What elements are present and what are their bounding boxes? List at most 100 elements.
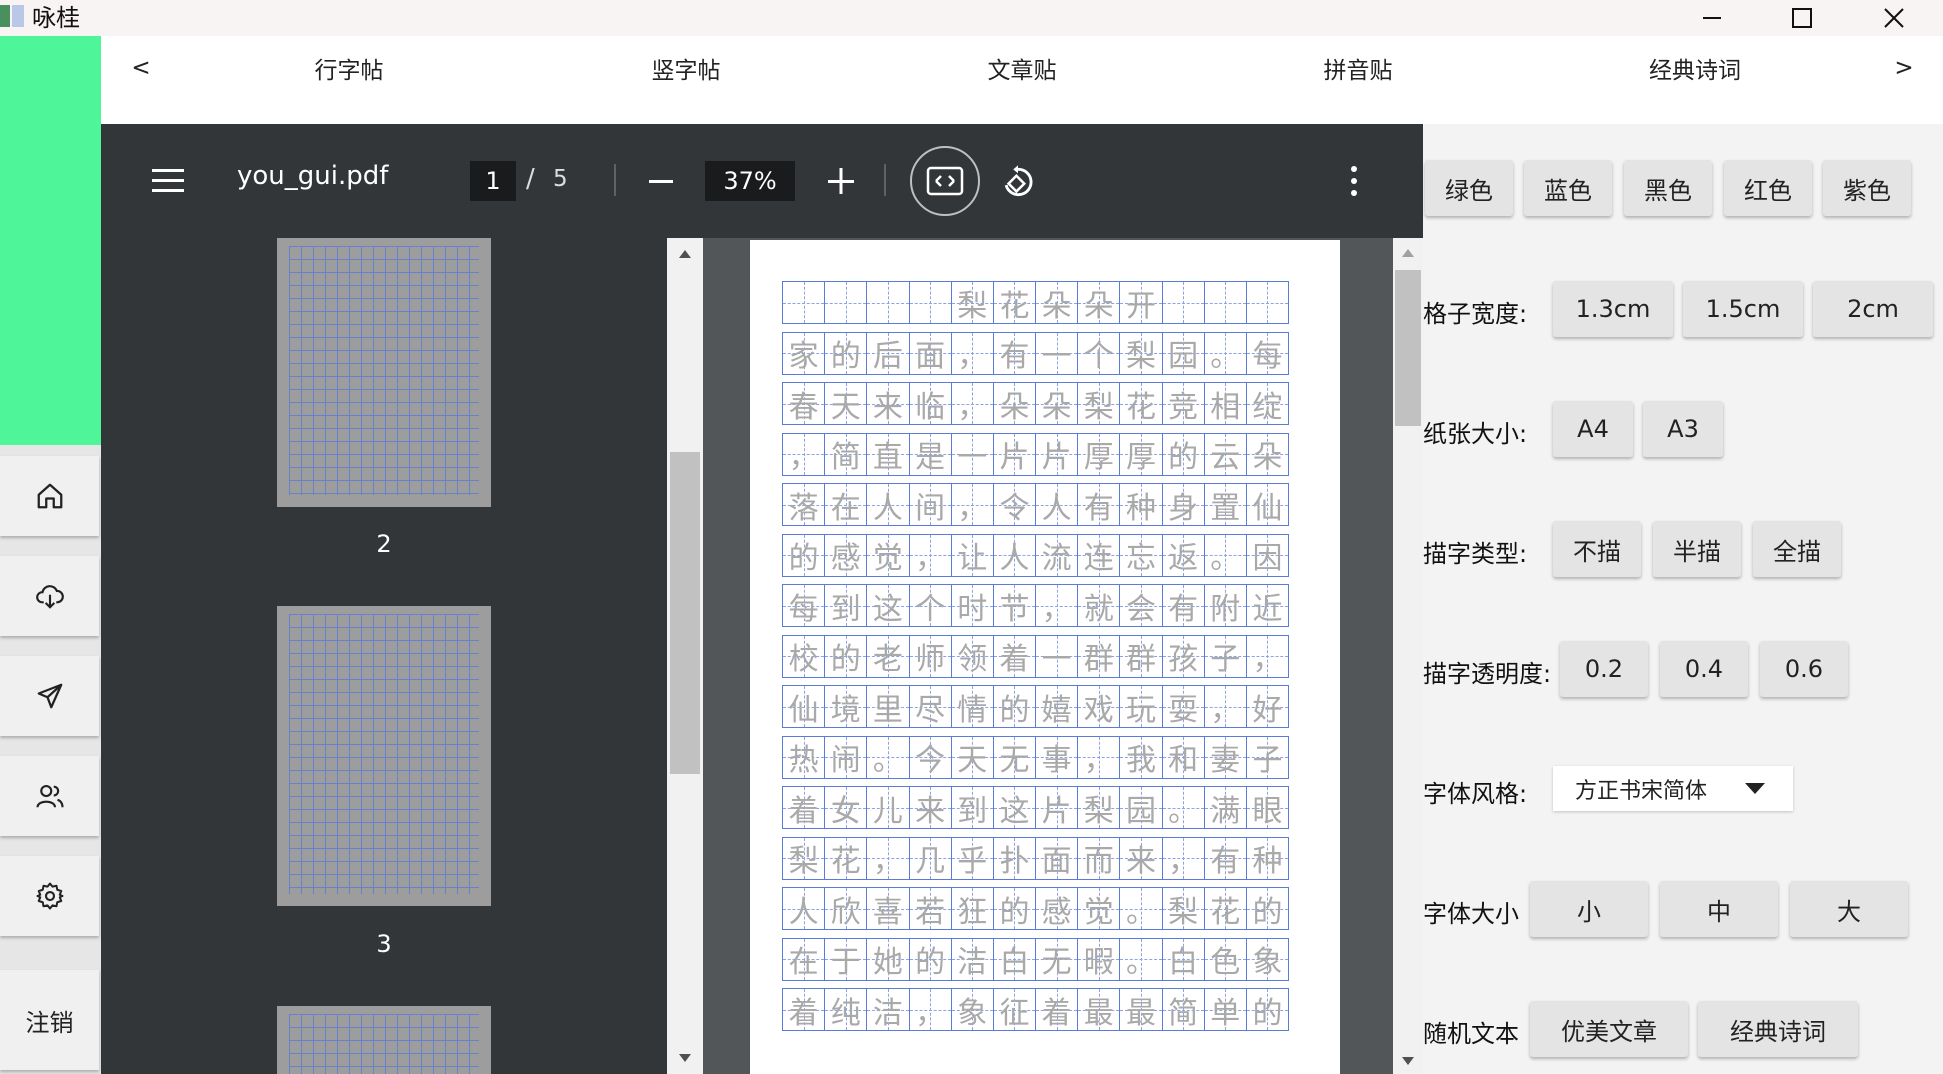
grid-char: 征 bbox=[999, 995, 1030, 1031]
thumbnail-page-2[interactable] bbox=[277, 238, 491, 507]
grid-char: 个 bbox=[915, 591, 946, 627]
trace-full-button[interactable]: 全描 bbox=[1753, 521, 1841, 577]
trace-opacity-label: 描字透明度: bbox=[1423, 660, 1552, 688]
close-button[interactable] bbox=[1849, 0, 1939, 36]
grid-char: 无 bbox=[999, 743, 1030, 778]
grid-width-1-5cm-button[interactable]: 1.5cm bbox=[1683, 281, 1803, 337]
grid-char: 相 bbox=[1210, 389, 1241, 425]
more-options-button[interactable] bbox=[1344, 164, 1364, 202]
grid-cell: ， bbox=[1036, 585, 1079, 627]
random-article-button[interactable]: 优美文章 bbox=[1530, 1001, 1688, 1057]
grid-cell: ， bbox=[867, 837, 910, 879]
send-button[interactable] bbox=[0, 656, 99, 736]
download-icon bbox=[35, 585, 64, 609]
tab-pinyin[interactable]: 拼音贴 bbox=[1324, 51, 1393, 85]
tab-article[interactable]: 文章贴 bbox=[988, 51, 1057, 85]
page-separator: / bbox=[526, 164, 535, 194]
page-number-input[interactable]: 1 bbox=[470, 161, 516, 201]
grid-char: 境 bbox=[830, 692, 861, 728]
zoom-input[interactable]: 37% bbox=[705, 161, 795, 201]
font-style-select[interactable]: 方正书宋简体 bbox=[1553, 766, 1793, 811]
grid-cell: 欣 bbox=[825, 888, 868, 930]
paper-a4-button[interactable]: A4 bbox=[1553, 401, 1633, 457]
grid-cell: 她 bbox=[867, 938, 910, 980]
scrollbar-thumb[interactable] bbox=[1395, 270, 1421, 426]
font-size-small-button[interactable]: 小 bbox=[1530, 881, 1648, 937]
tab-classic-poems[interactable]: 经典诗词 bbox=[1649, 51, 1741, 85]
opacity-0-2-button[interactable]: 0.2 bbox=[1560, 641, 1648, 697]
grid-cell: ， bbox=[951, 332, 994, 374]
minimize-button[interactable] bbox=[1667, 0, 1757, 36]
color-purple-button[interactable]: 紫色 bbox=[1823, 160, 1911, 216]
fit-page-button[interactable] bbox=[910, 146, 980, 216]
grid-cell: 。 bbox=[1120, 888, 1163, 930]
grid-cell: 的 bbox=[1162, 433, 1205, 475]
grid-width-2cm-button[interactable]: 2cm bbox=[1813, 281, 1933, 337]
thumbnail-page-3[interactable] bbox=[277, 606, 491, 906]
color-red-button[interactable]: 红色 bbox=[1724, 160, 1812, 216]
grid-cell: 到 bbox=[825, 585, 868, 627]
tab-prev-arrow[interactable]: < bbox=[131, 55, 150, 81]
font-size-medium-button[interactable]: 中 bbox=[1660, 881, 1778, 937]
grid-char: 单 bbox=[1210, 995, 1241, 1031]
document-scrollbar[interactable] bbox=[1393, 238, 1423, 1074]
grid-cell: 花 bbox=[1204, 888, 1247, 930]
grid-char: 朵 bbox=[1041, 288, 1072, 324]
rotate-button[interactable] bbox=[999, 163, 1037, 205]
grid-char: 流 bbox=[1041, 541, 1072, 576]
grid-cell: 感 bbox=[1036, 888, 1079, 930]
tab-row-copybook[interactable]: 行字帖 bbox=[315, 51, 384, 85]
grid-cell: 片 bbox=[1036, 787, 1079, 829]
grid-cell: 最 bbox=[1120, 989, 1163, 1031]
random-poem-button[interactable]: 经典诗词 bbox=[1698, 1001, 1858, 1057]
opacity-0-4-button[interactable]: 0.4 bbox=[1660, 641, 1748, 697]
grid-cell: 在 bbox=[783, 938, 826, 980]
grid-char: 天 bbox=[957, 743, 988, 778]
logout-button[interactable]: 注销 bbox=[0, 970, 99, 1070]
color-green-button[interactable]: 绿色 bbox=[1425, 160, 1513, 216]
grid-cell: 间 bbox=[909, 484, 952, 526]
color-blue-button[interactable]: 蓝色 bbox=[1524, 160, 1612, 216]
tab-next-arrow[interactable]: > bbox=[1894, 55, 1913, 81]
trace-none-button[interactable]: 不描 bbox=[1553, 521, 1641, 577]
settings-button[interactable] bbox=[0, 856, 99, 936]
grid-char: 梨 bbox=[1083, 793, 1114, 829]
grid-cell bbox=[1162, 282, 1205, 323]
users-button[interactable] bbox=[0, 756, 99, 836]
tab-vertical-copybook[interactable]: 竖字帖 bbox=[652, 51, 721, 85]
paper-size-label: 纸张大小: bbox=[1423, 420, 1528, 448]
pdf-menu-button[interactable] bbox=[150, 165, 186, 199]
trace-half-button[interactable]: 半描 bbox=[1653, 521, 1741, 577]
thumbnail-scrollbar[interactable] bbox=[667, 238, 703, 1074]
grid-char: 每 bbox=[1252, 339, 1283, 374]
grid-cell: 绽 bbox=[1246, 383, 1289, 425]
chevron-down-icon bbox=[1745, 783, 1765, 794]
color-black-button[interactable]: 黑色 bbox=[1624, 160, 1712, 216]
grid-cell: 妻 bbox=[1204, 736, 1247, 778]
grid-char: 最 bbox=[1125, 995, 1156, 1031]
grid-cell: 有 bbox=[993, 332, 1037, 374]
thumbnail-page-4[interactable] bbox=[277, 1006, 491, 1074]
grid-char: 。 bbox=[1125, 945, 1156, 980]
grid-cell: 家 bbox=[783, 332, 826, 374]
maximize-button[interactable] bbox=[1757, 0, 1847, 36]
grid-char: 梨 bbox=[1168, 894, 1199, 930]
page-total: 5 bbox=[553, 166, 568, 192]
grid-cell: 境 bbox=[825, 686, 868, 728]
grid-cell: 情 bbox=[951, 686, 994, 728]
scrollbar-thumb[interactable] bbox=[670, 452, 700, 774]
font-size-large-button[interactable]: 大 bbox=[1790, 881, 1908, 937]
grid-cell: 朵 bbox=[1246, 433, 1289, 475]
opacity-0-6-button[interactable]: 0.6 bbox=[1760, 641, 1848, 697]
grid-char: 开 bbox=[1125, 288, 1156, 324]
zoom-out-button[interactable] bbox=[647, 167, 675, 199]
paper-a3-button[interactable]: A3 bbox=[1643, 401, 1723, 457]
zoom-in-button[interactable] bbox=[826, 166, 856, 200]
home-button[interactable] bbox=[0, 456, 99, 536]
grid-cell: 花 bbox=[825, 837, 868, 879]
grid-width-1-3cm-button[interactable]: 1.3cm bbox=[1553, 281, 1673, 337]
grid-cell: 一 bbox=[951, 433, 994, 475]
grid-char: 事 bbox=[1041, 743, 1072, 778]
grid-cell: 来 bbox=[1120, 837, 1163, 879]
download-button[interactable] bbox=[0, 556, 99, 636]
